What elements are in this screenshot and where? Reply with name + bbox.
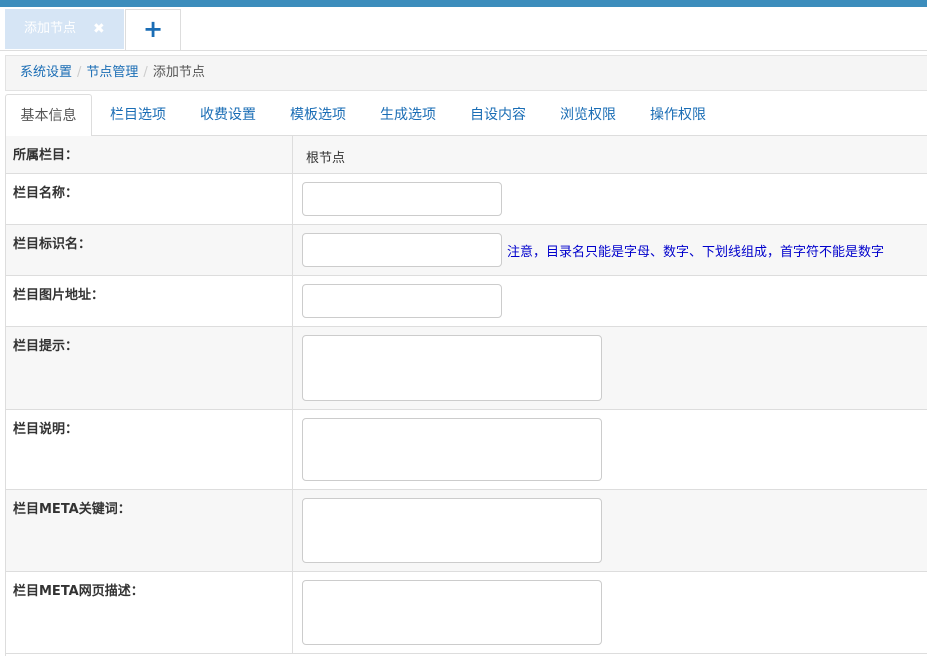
tab-generate-options[interactable]: 生成选项 — [380, 94, 436, 136]
ident-label: 栏目标识名： — [6, 225, 293, 275]
add-tab-button[interactable]: + — [125, 9, 181, 50]
row-meta-desc: 栏目META网页描述： — [6, 572, 927, 654]
form-tabs: 基本信息 栏目选项 收费设置 模板选项 生成选项 自设内容 浏览权限 操作权限 — [5, 94, 927, 137]
row-tip: 栏目提示： — [6, 327, 927, 410]
tab-template-options[interactable]: 模板选项 — [290, 94, 346, 136]
keywords-label: 栏目META关键词： — [6, 490, 293, 571]
parent-label: 所属栏目： — [6, 136, 293, 173]
tip-label: 栏目提示： — [6, 327, 293, 409]
breadcrumb-current: 添加节点 — [152, 65, 205, 80]
breadcrumb-node-management[interactable]: 节点管理 — [86, 65, 138, 80]
tab-basic-info[interactable]: 基本信息 — [5, 94, 92, 137]
name-input[interactable] — [302, 182, 502, 216]
breadcrumb-separator: / — [143, 65, 148, 80]
meta-desc-label: 栏目META网页描述： — [6, 572, 293, 653]
meta-desc-textarea[interactable] — [302, 580, 602, 645]
row-desc: 栏目说明： — [6, 410, 927, 490]
page-tab-add-node[interactable]: 添加节点 ✖ — [5, 9, 124, 49]
row-name: 栏目名称： — [6, 174, 927, 225]
plus-icon: + — [142, 15, 164, 43]
top-accent-bar — [0, 0, 927, 7]
row-keywords: 栏目META关键词： — [6, 490, 927, 572]
breadcrumb: 系统设置 / 节点管理 / 添加节点 — [5, 55, 927, 91]
name-label: 栏目名称： — [6, 174, 293, 224]
close-icon[interactable]: ✖ — [93, 9, 105, 49]
breadcrumb-system-settings[interactable]: 系统设置 — [20, 65, 72, 80]
tab-column-options[interactable]: 栏目选项 — [110, 94, 166, 136]
node-form: 所属栏目： 根节点 栏目名称： 栏目标识名： 注意，目录名只能是字母、数字、下划… — [5, 136, 927, 656]
row-image: 栏目图片地址： — [6, 276, 927, 327]
breadcrumb-separator: / — [77, 65, 82, 80]
tab-charge-settings[interactable]: 收费设置 — [200, 94, 256, 136]
tab-operate-permission[interactable]: 操作权限 — [650, 94, 706, 136]
parent-value: 根节点 — [306, 151, 346, 166]
ident-note: 注意，目录名只能是字母、数字、下划线组成，首字符不能是数字 — [507, 245, 885, 260]
row-parent: 所属栏目： 根节点 — [6, 136, 927, 174]
tab-browse-permission[interactable]: 浏览权限 — [560, 94, 616, 136]
desc-textarea[interactable] — [302, 418, 602, 481]
page-tab-label: 添加节点 — [24, 21, 77, 36]
row-ident: 栏目标识名： 注意，目录名只能是字母、数字、下划线组成，首字符不能是数字 — [6, 225, 927, 276]
tab-custom-content[interactable]: 自设内容 — [470, 94, 526, 136]
image-url-input[interactable] — [302, 284, 502, 318]
ident-input[interactable] — [302, 233, 502, 267]
tip-textarea[interactable] — [302, 335, 602, 401]
page-tab-bar: 添加节点 ✖ + — [0, 7, 927, 51]
keywords-textarea[interactable] — [302, 498, 602, 563]
desc-label: 栏目说明： — [6, 410, 293, 489]
image-label: 栏目图片地址： — [6, 276, 293, 326]
